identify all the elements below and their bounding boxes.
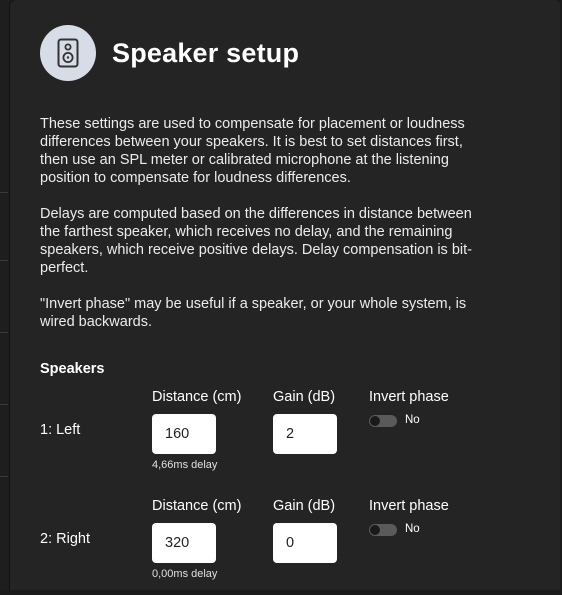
toggle-knob bbox=[370, 416, 380, 426]
gain-input[interactable] bbox=[273, 523, 337, 563]
speaker-label: 1: Left bbox=[40, 422, 81, 438]
divider bbox=[0, 404, 8, 405]
invert-phase-header: Invert phase bbox=[369, 498, 449, 514]
invert-phase-toggle[interactable] bbox=[369, 415, 397, 427]
left-edge-strip bbox=[0, 0, 10, 590]
gain-header: Gain (dB) bbox=[273, 498, 336, 514]
speaker-setup-panel: Speaker setup These settings are used to… bbox=[10, 0, 560, 590]
divider bbox=[0, 260, 8, 261]
speaker-icon bbox=[40, 25, 96, 81]
gain-input[interactable] bbox=[273, 414, 337, 454]
delay-readout: 4,66ms delay bbox=[152, 459, 218, 471]
distance-input[interactable] bbox=[152, 414, 216, 454]
page-title: Speaker setup bbox=[112, 37, 300, 68]
distance-input[interactable] bbox=[152, 523, 216, 563]
invert-phase-value: No bbox=[405, 414, 420, 426]
divider bbox=[0, 476, 8, 477]
invert-phase-toggle[interactable] bbox=[369, 524, 397, 536]
gain-header: Gain (dB) bbox=[273, 389, 336, 405]
distance-header: Distance (cm) bbox=[152, 389, 242, 405]
description-paragraph: "Invert phase" may be useful if a speake… bbox=[40, 296, 467, 330]
description-paragraph: Delays are computed based on the differe… bbox=[40, 206, 472, 276]
distance-header: Distance (cm) bbox=[152, 498, 242, 514]
speakers-section-title: Speakers bbox=[40, 361, 105, 377]
divider bbox=[0, 192, 8, 193]
divider bbox=[0, 332, 8, 333]
delay-readout: 0,00ms delay bbox=[152, 568, 218, 580]
panel-header: Speaker setup bbox=[40, 25, 299, 81]
toggle-knob bbox=[370, 525, 380, 535]
speaker-row-right: Distance (cm) Gain (dB) Invert phase 2: … bbox=[40, 495, 520, 595]
description-paragraph: These settings are used to compensate fo… bbox=[40, 116, 465, 186]
invert-phase-header: Invert phase bbox=[369, 389, 449, 405]
invert-phase-value: No bbox=[405, 523, 420, 535]
description: These settings are used to compensate fo… bbox=[40, 115, 495, 349]
speaker-label: 2: Right bbox=[40, 531, 90, 547]
speaker-row-left: Distance (cm) Gain (dB) Invert phase 1: … bbox=[40, 386, 520, 486]
